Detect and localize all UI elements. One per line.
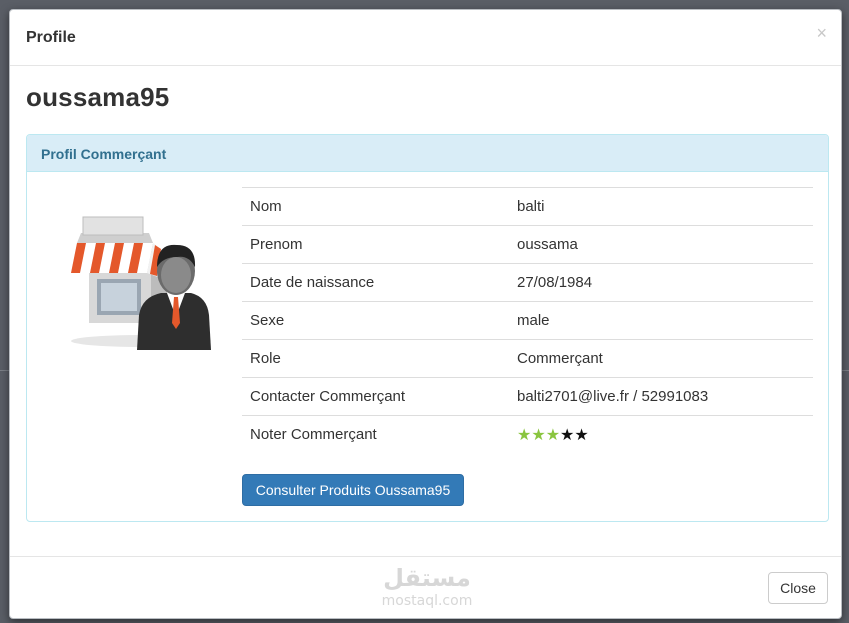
modal-title: Profile: [26, 29, 76, 46]
table-row: Prenom oussama: [242, 225, 813, 264]
merchant-shop-person-icon: [71, 216, 211, 350]
row-label: Prenom: [242, 225, 508, 264]
panel-heading: Profil Commerçant: [27, 135, 828, 172]
close-icon[interactable]: ×: [816, 24, 827, 42]
username-heading: oussama95: [26, 82, 170, 112]
watermark-logo: مستقل mostaql.com: [372, 563, 482, 613]
row-value: oussama: [508, 225, 813, 264]
row-label: Contacter Commerçant: [242, 377, 508, 416]
table-row: Sexe male: [242, 301, 813, 340]
watermark-arabic: مستقل: [383, 564, 471, 592]
star-icon[interactable]: ★: [517, 427, 531, 444]
modal-footer: مستقل mostaql.com Close: [10, 556, 841, 618]
close-button[interactable]: Close: [768, 572, 828, 604]
row-value: Commerçant: [508, 339, 813, 378]
table-row: Role Commerçant: [242, 339, 813, 378]
star-icon[interactable]: ★: [560, 427, 574, 444]
star-rating: ★★★★★: [508, 415, 813, 454]
watermark-latin: mostaql.com: [381, 593, 473, 609]
view-products-button[interactable]: Consulter Produits Oussama95: [242, 474, 464, 506]
table-row: Noter Commerçant ★★★★★: [242, 415, 813, 454]
row-label: Date de naissance: [242, 263, 508, 302]
contact-value: balti2701@live.fr / 52991083: [508, 377, 813, 416]
rating-label: Noter Commerçant: [242, 415, 508, 454]
row-value: 27/08/1984: [508, 263, 813, 302]
star-icon[interactable]: ★: [531, 427, 545, 444]
backdrop-line: [0, 370, 9, 371]
row-label: Sexe: [242, 301, 508, 340]
merchant-profile-panel: Profil Commerçant Nom balti Prenom oussa…: [26, 134, 829, 522]
backdrop-line: [842, 370, 849, 371]
star-icon[interactable]: ★: [574, 427, 588, 444]
row-value: male: [508, 301, 813, 340]
row-label: Role: [242, 339, 508, 378]
table-row: Nom balti: [242, 187, 813, 226]
table-row: Contacter Commerçant balti2701@live.fr /…: [242, 377, 813, 416]
modal-header: Profile ×: [10, 10, 841, 66]
star-icon[interactable]: ★: [546, 427, 560, 444]
row-label: Nom: [242, 187, 508, 226]
profile-modal: Profile × oussama95 Profil Commerçant No…: [9, 9, 842, 619]
row-value: balti: [508, 187, 813, 226]
profile-info-table: Nom balti Prenom oussama Date de naissan…: [242, 187, 813, 454]
table-row: Date de naissance 27/08/1984: [242, 263, 813, 302]
